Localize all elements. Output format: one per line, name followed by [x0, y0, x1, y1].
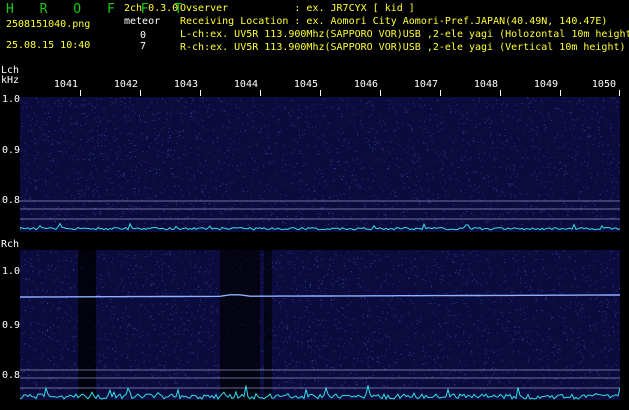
lch-info: L-ch:ex. UV5R 113.900Mhz(SAPPORO VOR)USB… [180, 29, 629, 40]
khz-unit-label: kHz [1, 75, 20, 86]
freq-tick [619, 90, 620, 96]
freq-label: 1044 [233, 79, 258, 90]
frequency-axis: 1041 1042 1043 1044 1045 1046 1047 1048 … [20, 79, 620, 97]
rch-dark-band [220, 250, 260, 400]
lch-level-trace [20, 222, 620, 231]
freq-label: 1047 [413, 79, 438, 90]
lch-meteor-count: 0 [139, 30, 146, 41]
location-info: Receiving Location : ex. Aomori City Aom… [180, 16, 608, 27]
filename-label: 2508151040.png [6, 19, 91, 30]
meteor-label: meteor [124, 16, 161, 27]
freq-label: 1045 [293, 79, 318, 90]
freq-tick [440, 90, 441, 96]
rch-label: Rch [1, 239, 20, 250]
rch-level-trace [20, 385, 620, 400]
rch-spectrogram [20, 250, 620, 400]
rch-ytick-0-8: 0.8 [2, 370, 21, 381]
rch-dark-band [78, 250, 96, 400]
header: H R O F F T 2ch 0.3.0 2508151040.png 25.… [0, 0, 629, 62]
lch-spectrogram [20, 97, 620, 232]
noise-speckle [20, 97, 620, 226]
freq-label: 1042 [113, 79, 138, 90]
rch-echo-trace [20, 294, 620, 298]
rch-ytick-1-0: 1.0 [2, 266, 21, 277]
freq-tick [200, 90, 201, 96]
freq-tick [260, 90, 261, 96]
lch-ytick-1-0: 1.0 [2, 94, 21, 105]
freq-label: 1046 [353, 79, 378, 90]
rch-spectrogram-canvas [20, 250, 620, 400]
rch-meteor-count: 7 [139, 41, 146, 52]
lch-ytick-0-8: 0.8 [2, 195, 21, 206]
freq-tick [380, 90, 381, 96]
rch-info: R-ch:ex. UV5R 113.900Mhz(SAPPORO VOR)USB… [180, 42, 626, 53]
freq-label: 1049 [533, 79, 558, 90]
freq-tick [560, 90, 561, 96]
datetime-label: 25.08.15 10:40 [6, 40, 91, 51]
lch-spectrogram-canvas [20, 97, 620, 231]
observer-info: Ovserver : ex. JR7CYX [ kid ] [180, 3, 415, 14]
freq-tick [320, 90, 321, 96]
freq-label: 1041 [53, 79, 78, 90]
version-label: 2ch 0.3.0 [124, 3, 179, 14]
freq-label: 1043 [173, 79, 198, 90]
freq-tick [140, 90, 141, 96]
freq-tick [500, 90, 501, 96]
rch-ytick-0-9: 0.9 [2, 320, 21, 331]
lch-ytick-0-9: 0.9 [2, 145, 21, 156]
freq-tick [80, 90, 81, 96]
freq-label: 1050 [591, 79, 616, 90]
rch-dark-band [264, 250, 272, 400]
freq-label: 1048 [473, 79, 498, 90]
